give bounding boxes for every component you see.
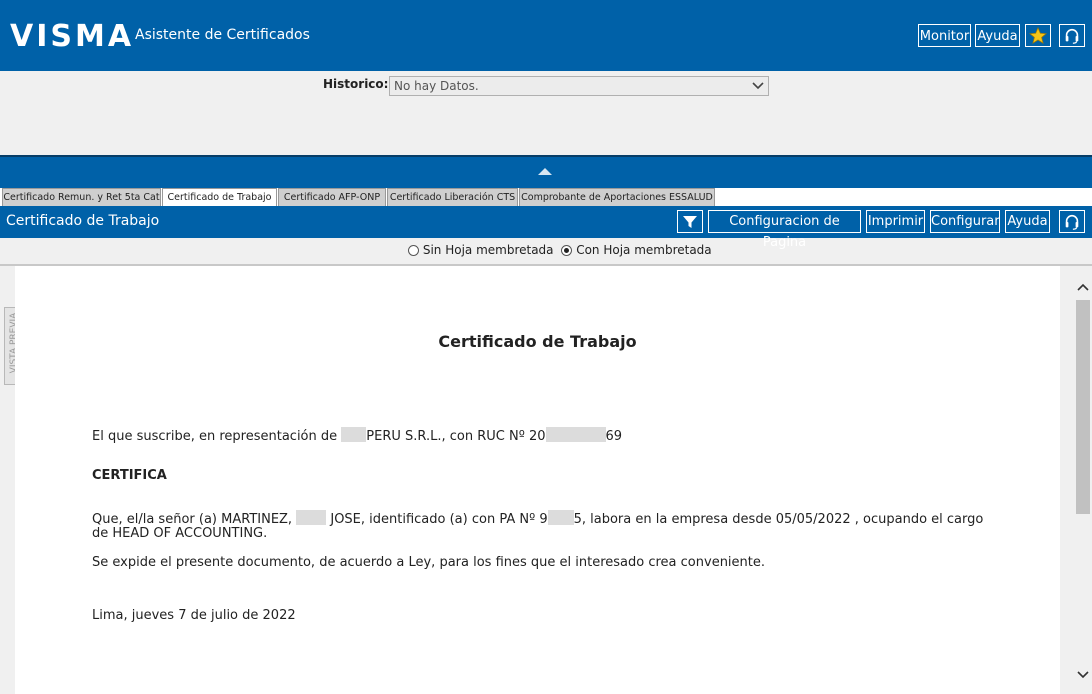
scrollbar-thumb[interactable]	[1076, 300, 1090, 514]
scroll-down-icon[interactable]	[1076, 670, 1090, 680]
visma-logo: VISMA	[10, 19, 135, 54]
page-config-button[interactable]: Configuracion de Pagina	[708, 210, 861, 250]
star-icon	[1028, 26, 1048, 44]
paragraph-employee-cont: de HEAD OF ACCOUNTING.	[92, 526, 268, 541]
app-header: VISMA Asistente de Certificados Monitor …	[0, 0, 1092, 71]
section-title: Certificado de Trabajo	[6, 213, 160, 229]
section-support-button[interactable]	[1059, 210, 1085, 233]
filter-button[interactable]	[677, 210, 703, 233]
configure-button[interactable]: Configurar	[930, 210, 1000, 233]
chevron-down-icon	[752, 82, 764, 90]
paragraph-representation: El que suscribe, en representación de PE…	[92, 427, 622, 444]
help-button[interactable]: Ayuda	[975, 24, 1020, 47]
text-segment: Que, el/la señor (a) MARTINEZ,	[92, 512, 293, 527]
collapse-up-icon[interactable]	[538, 168, 552, 175]
tab-remun-5ta[interactable]: Certificado Remun. y Ret 5ta Cat	[2, 188, 161, 206]
filter-icon	[683, 216, 697, 228]
text-segment: 5, labora en la empresa desde 05/05/2022…	[573, 512, 984, 527]
tab-liberacion-cts[interactable]: Certificado Liberación CTS	[387, 188, 518, 206]
paragraph-employee: Que, el/la señor (a) MARTINEZ, JOSE, ide…	[92, 510, 983, 527]
app-title: Asistente de Certificados	[135, 27, 310, 43]
text-segment: El que suscribe, en representación de	[92, 429, 338, 444]
scroll-up-icon[interactable]	[1076, 282, 1090, 292]
text-segment: 69	[605, 429, 623, 444]
text-segment: JOSE, identificado (a) con PA Nº 9	[330, 512, 548, 527]
certificate-tabs: Certificado Remun. y Ret 5ta Cat Certifi…	[0, 188, 1092, 206]
certifica-heading: CERTIFICA	[92, 468, 167, 483]
con-hoja-radio[interactable]	[561, 245, 573, 256]
section-help-button[interactable]: Ayuda	[1005, 210, 1050, 233]
historico-value: No hay Datos.	[394, 79, 479, 93]
document-title: Certificado de Trabajo	[438, 332, 637, 351]
text-segment: PERU S.R.L., con RUC Nº 20	[366, 429, 546, 444]
monitor-button[interactable]: Monitor	[918, 24, 971, 47]
tab-essalud[interactable]: Comprobante de Aportaciones ESSALUD	[519, 188, 715, 206]
tab-afp-onp[interactable]: Certificado AFP-ONP	[278, 188, 386, 206]
con-hoja-label: Con Hoja membretada	[576, 243, 712, 257]
sin-hoja-label: Sin Hoja membretada	[422, 243, 554, 257]
headset-icon	[1065, 28, 1079, 44]
document-preview: Certificado de Trabajo El que suscribe, …	[15, 266, 1060, 694]
tab-certificado-trabajo[interactable]: Certificado de Trabajo	[162, 188, 277, 206]
section-toolbar: Certificado de Trabajo Configuracion de …	[0, 206, 1092, 250]
letterhead-options: Sin Hoja membretada Con Hoja membretada	[408, 243, 712, 257]
favorite-button[interactable]	[1025, 24, 1051, 47]
historico-select[interactable]: No hay Datos.	[389, 76, 769, 96]
paragraph-expide: Se expide el presente documento, de acue…	[92, 555, 766, 570]
redacted-block	[296, 510, 327, 525]
headset-icon	[1065, 214, 1079, 230]
support-button[interactable]	[1059, 24, 1085, 47]
historico-label: Historico:	[323, 77, 389, 91]
print-button[interactable]: Imprimir	[866, 210, 925, 233]
document-date: Lima, jueves 7 de julio de 2022	[92, 608, 296, 623]
collapse-panel-bar[interactable]	[0, 155, 1092, 188]
redacted-block	[547, 510, 574, 525]
redacted-block	[545, 427, 606, 442]
sin-hoja-radio[interactable]	[408, 245, 419, 256]
redacted-block	[341, 427, 367, 442]
